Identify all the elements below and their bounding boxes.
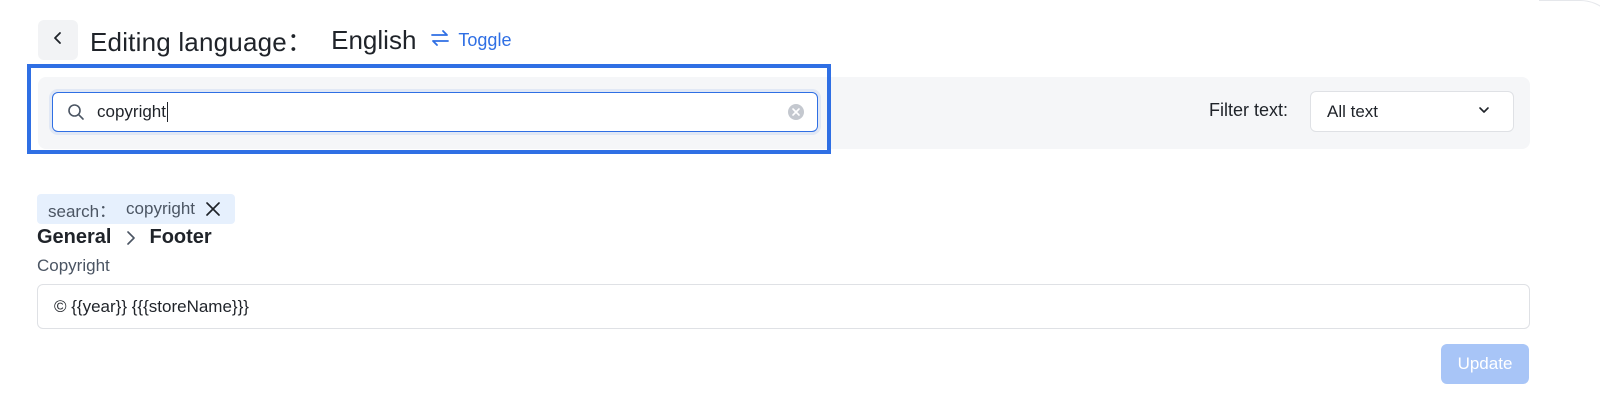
- close-icon[interactable]: [205, 201, 221, 217]
- chevron-down-icon: [1477, 102, 1491, 122]
- copyright-field-label: Copyright: [37, 256, 110, 275]
- copyright-field[interactable]: © {{year}} {{{storeName}}}: [37, 284, 1530, 329]
- breadcrumb-item-footer: Footer: [149, 226, 212, 248]
- search-tag-key: search：: [48, 201, 117, 221]
- back-button[interactable]: [38, 20, 78, 60]
- filter-text-label: Filter text:: [1209, 100, 1289, 120]
- search-tag-value: copyright: [126, 199, 196, 218]
- chevron-right-icon: [125, 230, 137, 246]
- current-language: English: [331, 24, 417, 55]
- copyright-field-value: © {{year}} {{{storeName}}}: [54, 296, 249, 316]
- page-header: Editing language： English Toggle: [38, 20, 511, 60]
- toggle-label: Toggle: [458, 29, 512, 50]
- search-highlight-box: [27, 64, 831, 154]
- swap-arrows-icon: [430, 29, 458, 52]
- update-button[interactable]: Update: [1441, 344, 1529, 384]
- filter-text-select[interactable]: All text: [1310, 91, 1514, 132]
- active-search-tag: search： copyright: [37, 194, 236, 224]
- breadcrumb-item-general: General: [37, 226, 112, 248]
- page-title: Editing language：: [90, 26, 314, 57]
- language-editor-page: Editing language： English Toggle copyrig…: [0, 0, 1600, 408]
- panel-corner: [1539, 0, 1600, 81]
- breadcrumb: General Footer: [37, 226, 212, 249]
- chevron-left-icon: [51, 31, 65, 50]
- filter-selected-value: All text: [1327, 101, 1379, 121]
- toggle-language-link[interactable]: Toggle: [430, 29, 511, 52]
